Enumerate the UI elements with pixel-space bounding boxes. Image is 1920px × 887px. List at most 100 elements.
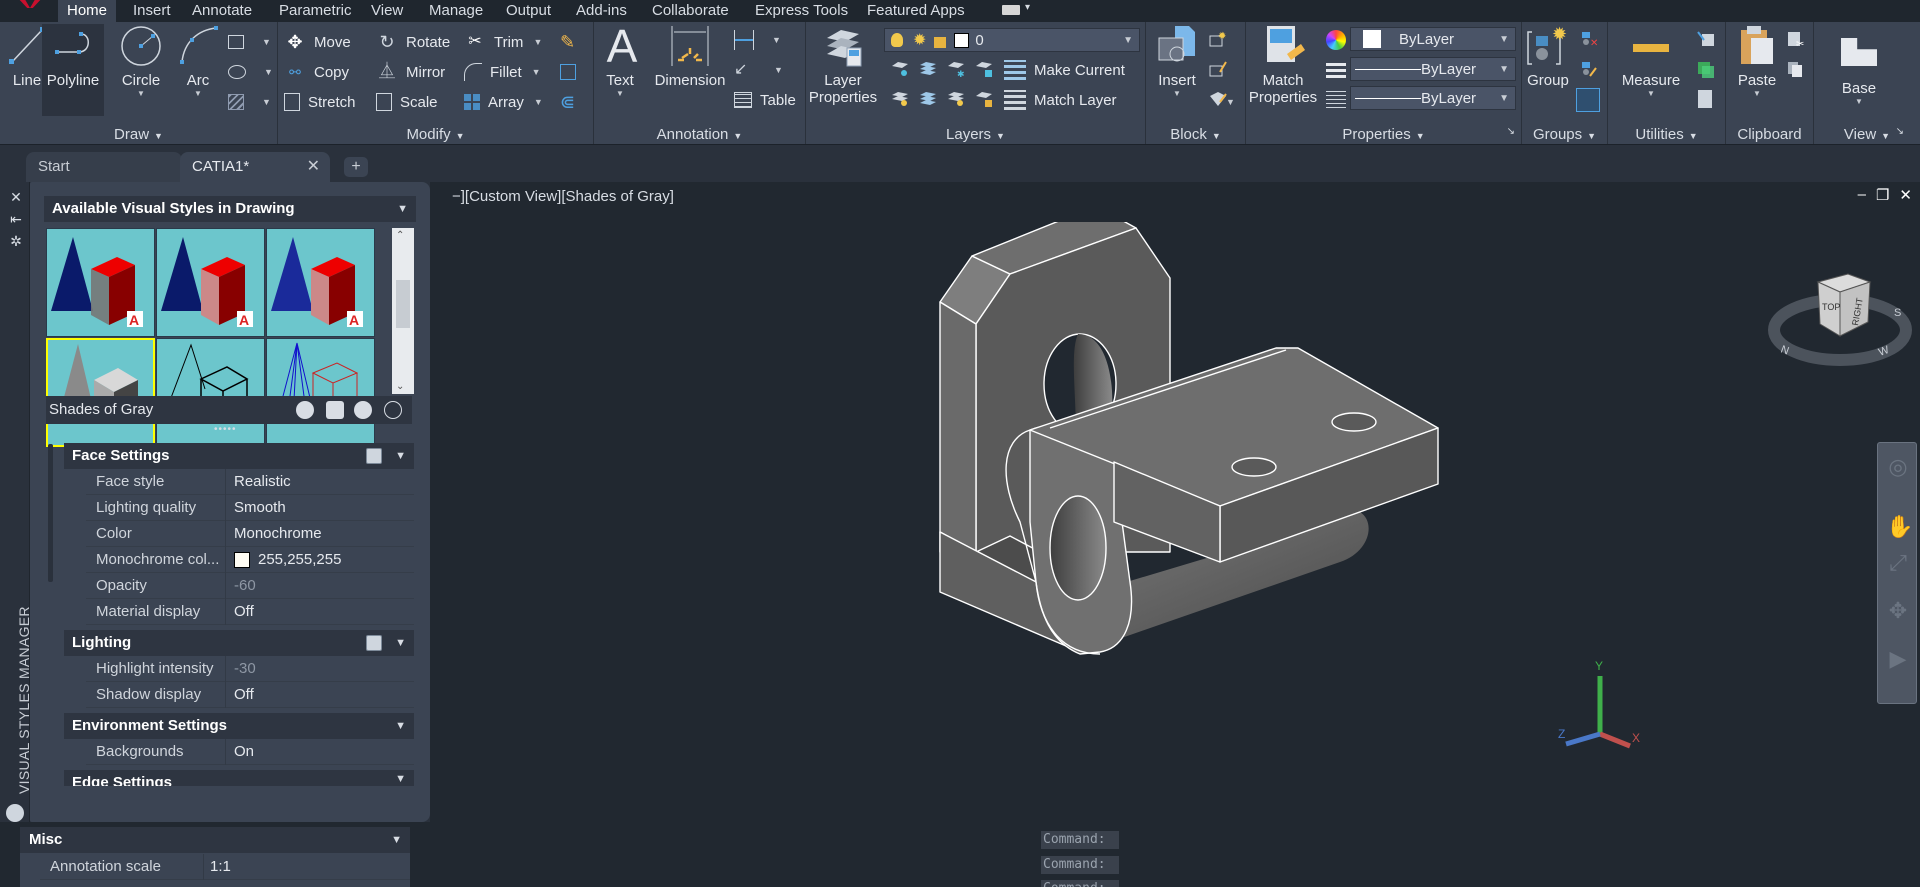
section-environment-settings[interactable]: Environment Settings ▼ [64,713,414,739]
chevron-down-icon[interactable]: ▼ [1732,89,1782,98]
chevron-up-icon[interactable]: ⌃ [396,230,404,241]
pan-hand-icon[interactable]: ✋ [1886,515,1913,539]
copy-clip-icon[interactable] [1786,60,1806,78]
property-row[interactable]: Shadow display Off [86,682,414,708]
viewport-controls-label[interactable]: −][Custom View][Shades of Gray] [452,188,674,205]
tab-home[interactable]: Home [58,0,117,22]
linetype-dropdown[interactable]: ByLayer ▼ [1350,86,1516,110]
auto-hide-icon[interactable]: ⇤ [9,212,23,226]
orbit-icon[interactable]: ✥ [1886,599,1910,623]
property-row[interactable]: Highlight intensity -30 [86,656,414,682]
base-view-button[interactable]: Base ▼ [1834,32,1884,106]
tab-view[interactable]: View [362,0,412,22]
layer-freeze-icon[interactable]: ✱ [946,60,966,79]
array-button[interactable]: Array ▼ [464,90,543,114]
panel-title-properties[interactable]: Properties ▼ ↘ [1246,126,1521,143]
create-block-icon[interactable]: ✹ [1208,30,1228,48]
chevron-down-icon[interactable]: ▼ [1834,97,1884,106]
property-row[interactable]: Color Monochrome [86,521,414,547]
cut-icon[interactable]: ✂ [1786,30,1806,50]
chevron-down-icon[interactable]: ▼ [532,67,541,77]
match-properties-button[interactable]: Match Properties [1246,24,1320,106]
tab-insert[interactable]: Insert [124,0,180,22]
layer-dropdown[interactable]: ✹ 0 ▼ [884,28,1140,52]
new-tab-button[interactable]: + [344,157,368,177]
visual-style-thumb-sketchy[interactable] [156,338,265,447]
visual-style-thumb-shades-of-gray[interactable] [46,338,155,447]
panel-title-annotation[interactable]: Annotation ▼ [594,126,805,143]
chevron-down-icon[interactable]: ▼ [395,713,406,739]
panel-title-layers[interactable]: Layers ▼ [806,126,1145,143]
property-row[interactable]: Material display Off [86,599,414,625]
panel-title-view[interactable]: View ▼ ↘ [1814,126,1920,143]
copy-button[interactable]: ⚯ Copy [284,60,349,84]
layer-thaw-icon[interactable] [946,90,966,108]
panel-title-utilities[interactable]: Utilities ▼ [1608,126,1725,143]
close-icon[interactable]: ✕ [307,152,320,182]
panel-title-modify[interactable]: Modify ▼ [278,126,593,143]
minimize-icon[interactable]: – [1858,186,1866,204]
chevron-down-icon[interactable]: ▼ [395,443,406,469]
move-button[interactable]: ✥ Move [284,30,350,54]
arc-button[interactable]: Arc ▼ [176,24,220,98]
color-dropdown[interactable]: ByLayer ▼ [1350,27,1516,51]
section-tool-icon[interactable] [366,635,382,651]
steering-wheel-icon[interactable]: ◎ [1886,455,1910,479]
doc-tab-start[interactable]: Start [26,152,182,182]
chevron-down-icon[interactable]: ▼ [774,65,783,75]
rectangle-button[interactable]: ▼ [228,30,271,54]
quick-select-icon[interactable] [1696,30,1716,48]
palette-title-strip[interactable]: ✕ ⇤ ✲ VISUAL STYLES MANAGER [0,182,32,822]
linear-dimension-button[interactable]: ▼ [734,28,781,52]
chevron-down-icon[interactable]: ▼ [262,97,271,107]
trim-button[interactable]: ✂ Trim ▼ [464,30,542,54]
panel-title-groups[interactable]: Groups ▼ [1522,126,1607,143]
table-button[interactable]: Table [734,88,796,112]
zoom-extents-icon[interactable]: ⤢ [1886,551,1910,575]
section-tool-icon[interactable] [366,448,382,464]
gallery-scrollbar[interactable]: ⌃ ⌄ [392,228,414,394]
lineweight-dropdown[interactable]: ByLayer ▼ [1350,57,1516,81]
chevron-down-icon[interactable]: ▼ [395,770,406,786]
edit-block-icon[interactable] [1208,60,1228,78]
group-selection-toggle-icon[interactable] [1576,88,1600,112]
erase-button[interactable]: ✎ [560,30,590,54]
tab-express-tools[interactable]: Express Tools [746,0,857,22]
dialog-launcher-icon[interactable]: ↘ [1896,126,1904,137]
chevron-down-icon[interactable]: ▼ [1152,89,1202,98]
ungroup-icon[interactable]: ✕ [1578,30,1598,49]
linetype-icon[interactable] [1326,90,1346,108]
ellipse-button[interactable]: ▼ [228,60,273,84]
property-row[interactable]: Annotation scale 1:1 [40,854,410,880]
color-wheel-icon[interactable] [1326,30,1346,50]
visual-style-thumb-shaded[interactable]: A [156,228,265,337]
tab-add-ins[interactable]: Add-ins [567,0,636,22]
insert-button[interactable]: Insert ▼ [1152,24,1202,98]
app-logo-icon[interactable] [16,0,44,8]
tab-parametric[interactable]: Parametric [270,0,361,22]
group-button[interactable]: ✹ Group [1526,24,1570,89]
visual-style-thumb-realistic[interactable]: A [46,228,155,337]
apply-to-viewport-icon[interactable] [326,401,344,419]
layer-unlock-icon[interactable] [974,90,994,108]
stretch-button[interactable]: Stretch [284,90,356,114]
delete-visual-style-icon[interactable] [384,401,402,419]
match-layer-button[interactable]: Match Layer [1004,88,1117,112]
calculator-icon[interactable] [1698,90,1712,108]
doc-tab-catia1[interactable]: CATIA1* ✕ [180,152,330,182]
chevron-down-icon[interactable]: ▼ [772,35,781,45]
chevron-down-icon[interactable]: ▼ [262,37,271,47]
resize-grip[interactable]: ••••• [214,424,237,435]
tab-annotate[interactable]: Annotate [183,0,261,22]
chevron-down-icon[interactable]: ▼ [533,37,542,47]
chevron-down-icon[interactable]: ▼ [1618,89,1684,98]
lineweight-icon[interactable] [1326,60,1346,78]
visual-style-thumb-wireframe[interactable] [266,338,375,447]
tab-manage[interactable]: Manage [420,0,492,22]
section-face-settings[interactable]: Face Settings ▼ [64,443,414,469]
gear-icon[interactable]: ✲ [9,234,23,248]
property-row[interactable]: Face style Realistic [86,469,414,495]
paste-button[interactable]: Paste ▼ [1732,24,1782,98]
tab-featured-apps[interactable]: Featured Apps [858,0,974,22]
chevron-down-icon[interactable]: ▼ [1226,97,1235,107]
